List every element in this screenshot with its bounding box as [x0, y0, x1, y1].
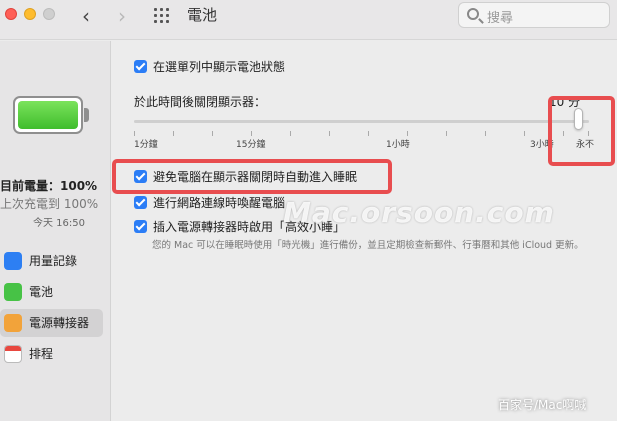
power-adapter-icon — [4, 314, 22, 332]
sidebar-item-label: 用量記錄 — [29, 254, 78, 268]
show-status-label: 在選單列中顯示電池狀態 — [153, 60, 286, 74]
sidebar-item-power-adapter[interactable]: 電源轉接器 — [0, 309, 103, 337]
show-all-grid-icon[interactable] — [154, 8, 170, 24]
slider-tick — [524, 131, 525, 136]
watermark: Mac.orsoon.com — [283, 196, 555, 229]
credit-text: 百家号/Mac啊喊 — [498, 398, 587, 412]
power-nap-checkbox[interactable] — [134, 220, 147, 233]
minimize-button[interactable] — [24, 8, 36, 20]
slider-tick — [251, 131, 252, 136]
search-input[interactable]: 搜尋 — [458, 2, 610, 28]
display-off-slider[interactable] — [134, 120, 589, 123]
last-charged: 上次充電到 100% — [0, 197, 99, 211]
current-charge: 目前電量：100% — [0, 179, 98, 193]
calendar-icon — [4, 345, 22, 363]
sidebar-item-schedule[interactable]: 排程 — [0, 340, 103, 368]
slider-tick — [368, 131, 369, 136]
sidebar-item-label: 排程 — [29, 347, 54, 361]
tick-label-1hr: 1小時 — [386, 140, 410, 150]
slider-tick — [329, 131, 330, 136]
display-off-label: 於此時間後關閉顯示器： — [134, 95, 267, 109]
wake-network-checkbox[interactable] — [134, 196, 147, 209]
title-bar: ‹ › 電池 搜尋 — [0, 0, 617, 40]
slider-tick — [485, 131, 486, 136]
sidebar-item-battery[interactable]: 電池 — [0, 278, 103, 306]
slider-tick — [173, 131, 174, 136]
prevent-sleep-label: 避免電腦在顯示器關閉時自動進入睡眠 — [153, 170, 358, 184]
wake-network-label: 進行網路連線時喚醒電腦 — [153, 196, 286, 210]
back-chevron-icon[interactable]: ‹ — [82, 4, 90, 28]
sidebar-item-label: 電池 — [29, 285, 54, 299]
bar-chart-icon — [4, 252, 22, 270]
close-button[interactable] — [5, 8, 17, 20]
sidebar: 目前電量：100% 上次充電到 100% 今天 16:50 用量記錄 電池 電源… — [0, 41, 111, 421]
prevent-sleep-checkbox[interactable] — [134, 170, 147, 183]
sidebar-item-usage-history[interactable]: 用量記錄 — [0, 247, 103, 275]
show-status-checkbox[interactable] — [134, 60, 147, 73]
slider-tick — [407, 131, 408, 136]
slider-tick — [290, 131, 291, 136]
sidebar-item-label: 電源轉接器 — [29, 316, 90, 330]
slider-tick — [212, 131, 213, 136]
slider-tick — [134, 131, 135, 136]
charge-time: 今天 16:50 — [33, 218, 85, 229]
highlight-box-never — [548, 96, 615, 166]
battery-tip — [84, 108, 89, 122]
tick-label-15min: 15分鐘 — [236, 140, 266, 150]
search-placeholder: 搜尋 — [487, 11, 514, 26]
battery-level-fill — [18, 101, 78, 129]
search-icon — [467, 8, 479, 20]
battery-icon — [4, 283, 22, 301]
zoom-button[interactable] — [43, 8, 55, 20]
battery-icon — [13, 96, 83, 134]
main-panel: 在選單列中顯示電池狀態 於此時間後關閉顯示器： 10 分 1分鐘 15分鐘 1小… — [112, 41, 617, 421]
slider-tick — [446, 131, 447, 136]
power-nap-note: 您的 Mac 可以在睡眠時使用「時光機」進行備份，並且定期檢查新郵件、行事曆和其… — [152, 240, 584, 251]
forward-chevron-icon[interactable]: › — [118, 4, 126, 28]
tick-label-1min: 1分鐘 — [134, 140, 158, 150]
window-title: 電池 — [187, 6, 218, 24]
